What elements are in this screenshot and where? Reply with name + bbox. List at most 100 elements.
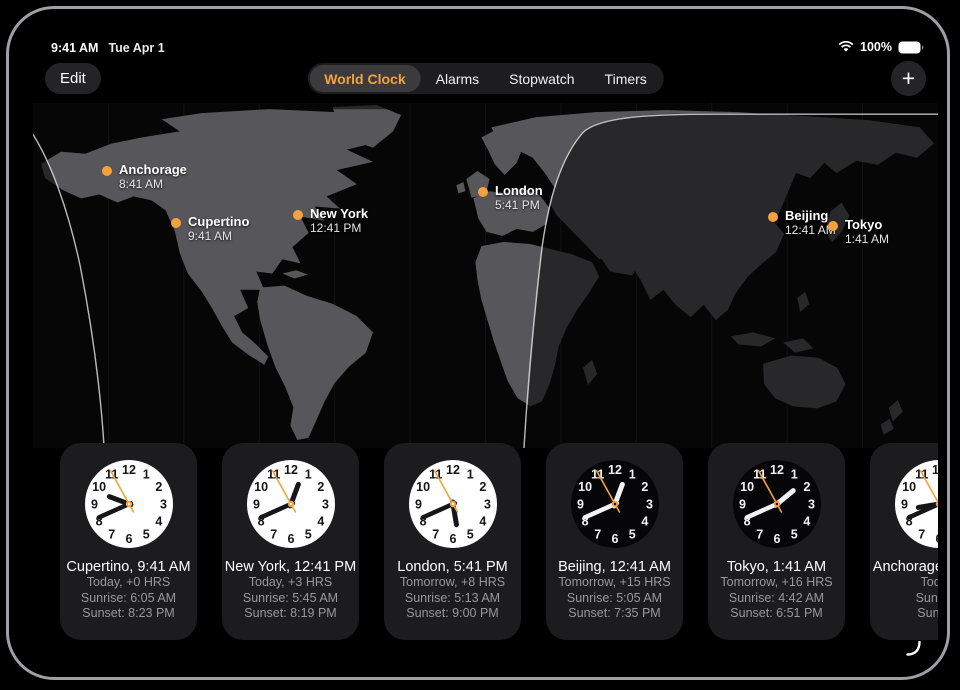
clock-card-title: Beijing, 12:41 AM xyxy=(558,559,671,575)
world-map: Anchorage 8:41 AM Cupertino 9:41 AM New … xyxy=(33,103,938,448)
svg-text:2: 2 xyxy=(479,480,486,494)
svg-text:6: 6 xyxy=(773,532,780,546)
svg-text:7: 7 xyxy=(270,527,277,541)
world-map-svg xyxy=(33,103,938,448)
city-name: Anchorage xyxy=(119,163,187,177)
svg-text:5: 5 xyxy=(142,527,149,541)
city-name: Tokyo xyxy=(845,218,889,232)
clock-card-day-offset: Today, xyxy=(921,575,938,591)
clock-card-sunset: Sunset: 8:23 PM xyxy=(82,606,174,622)
tab-timers[interactable]: Timers xyxy=(590,65,662,92)
city-clock-card-beijing[interactable]: 123456789101112 Beijing, 12:41 AM Tomorr… xyxy=(546,443,683,640)
city-clock-card-london[interactable]: 123456789101112 London, 5:41 PM Tomorrow… xyxy=(384,443,521,640)
svg-text:4: 4 xyxy=(641,515,648,529)
svg-text:1: 1 xyxy=(142,468,149,482)
tab-stopwatch[interactable]: Stopwatch xyxy=(494,65,589,92)
svg-text:4: 4 xyxy=(479,515,486,529)
clock-card-title: London, 5:41 PM xyxy=(397,559,507,575)
svg-text:10: 10 xyxy=(578,480,592,494)
clock-card-day-offset: Tomorrow, +8 HRS xyxy=(400,575,505,591)
clock-card-sunrise: Sunrise: 5:13 AM xyxy=(405,591,500,607)
svg-text:4: 4 xyxy=(803,515,810,529)
city-time: 5:41 PM xyxy=(495,198,543,212)
svg-text:12: 12 xyxy=(932,463,938,477)
svg-text:6: 6 xyxy=(611,532,618,546)
map-city-marker: Cupertino 9:41 AM xyxy=(171,217,249,243)
map-city-marker: London 5:41 PM xyxy=(478,186,543,212)
clock-card-sunrise: Sunrise: 5:45 AM xyxy=(243,591,338,607)
status-time: 9:41 AM xyxy=(51,41,98,55)
map-city-marker: Tokyo 1:41 AM xyxy=(828,220,889,246)
svg-text:5: 5 xyxy=(304,527,311,541)
svg-text:9: 9 xyxy=(577,497,584,511)
svg-text:6: 6 xyxy=(287,532,294,546)
svg-text:12: 12 xyxy=(122,463,136,477)
svg-text:6: 6 xyxy=(449,532,456,546)
clock-card-sunset: Sunset: xyxy=(917,606,938,622)
clock-card-day-offset: Tomorrow, +16 HRS xyxy=(720,575,832,591)
city-name: London xyxy=(495,184,543,198)
city-clock-card-tokyo[interactable]: 123456789101112 Tokyo, 1:41 AM Tomorrow,… xyxy=(708,443,845,640)
svg-text:4: 4 xyxy=(317,515,324,529)
svg-text:12: 12 xyxy=(608,463,622,477)
svg-text:9: 9 xyxy=(739,497,746,511)
tab-bar: World ClockAlarmsStopwatchTimers xyxy=(307,63,664,94)
svg-text:6: 6 xyxy=(935,532,938,546)
svg-text:3: 3 xyxy=(808,497,815,511)
tab-world-clock[interactable]: World Clock xyxy=(309,65,420,92)
map-city-marker: Beijing 12:41 AM xyxy=(768,211,836,237)
wifi-icon xyxy=(838,41,854,53)
clock-app-screen: 9:41 AM Tue Apr 1 100% Edit World ClockA… xyxy=(33,29,938,669)
analog-clock: 123456789101112 xyxy=(571,460,659,548)
clock-card-day-offset: Today, +3 HRS xyxy=(249,575,333,591)
clock-card-sunset: Sunset: 6:51 PM xyxy=(730,606,822,622)
clock-card-title: Anchorage, 8:41 AM xyxy=(873,559,938,575)
svg-text:10: 10 xyxy=(740,480,754,494)
svg-text:12: 12 xyxy=(284,463,298,477)
analog-clock: 123456789101112 xyxy=(733,460,821,548)
clock-card-title: Cupertino, 9:41 AM xyxy=(66,559,190,575)
svg-text:1: 1 xyxy=(790,468,797,482)
svg-text:9: 9 xyxy=(415,497,422,511)
city-dot-icon xyxy=(171,218,181,228)
clock-card-sunset: Sunset: 9:00 PM xyxy=(406,606,498,622)
city-dot-icon xyxy=(478,187,488,197)
svg-text:7: 7 xyxy=(108,527,115,541)
clock-card-sunset: Sunset: 7:35 PM xyxy=(568,606,660,622)
city-time: 1:41 AM xyxy=(845,232,889,246)
svg-text:2: 2 xyxy=(803,480,810,494)
city-time: 8:41 AM xyxy=(119,177,187,191)
add-clock-button[interactable]: + xyxy=(891,61,926,96)
city-dot-icon xyxy=(828,221,838,231)
tab-alarms[interactable]: Alarms xyxy=(421,65,495,92)
status-bar: 9:41 AM Tue Apr 1 100% xyxy=(33,39,938,57)
map-city-marker: Anchorage 8:41 AM xyxy=(102,165,187,191)
battery-full-icon xyxy=(898,41,924,54)
status-date: Tue Apr 1 xyxy=(108,41,164,55)
analog-clock: 123456789101112 xyxy=(895,460,939,548)
corner-squiggle-decoration xyxy=(905,641,925,659)
svg-text:4: 4 xyxy=(155,515,162,529)
edit-button[interactable]: Edit xyxy=(45,63,101,94)
clock-card-title: Tokyo, 1:41 AM xyxy=(727,559,826,575)
ipad-frame: 9:41 AM Tue Apr 1 100% Edit World ClockA… xyxy=(6,6,950,680)
clock-card-sunset: Sunset: 8:19 PM xyxy=(244,606,336,622)
clock-card-sunrise: Sunrise: 5:05 AM xyxy=(567,591,662,607)
svg-text:10: 10 xyxy=(902,480,916,494)
svg-text:12: 12 xyxy=(770,463,784,477)
svg-text:7: 7 xyxy=(756,527,763,541)
svg-text:3: 3 xyxy=(160,497,167,511)
svg-text:10: 10 xyxy=(254,480,268,494)
clock-card-day-offset: Today, +0 HRS xyxy=(87,575,171,591)
toolbar: Edit World ClockAlarmsStopwatchTimers + xyxy=(33,61,938,97)
clock-card-sunrise: Sunrise: 6:05 AM xyxy=(81,591,176,607)
clock-card-sunrise: Sunrise: xyxy=(916,591,938,607)
analog-clock: 123456789101112 xyxy=(409,460,497,548)
city-clock-card-anchorage[interactable]: 123456789101112 Anchorage, 8:41 AM Today… xyxy=(870,443,938,640)
city-clock-card-new-york[interactable]: 123456789101112 New York, 12:41 PM Today… xyxy=(222,443,359,640)
city-dot-icon xyxy=(102,166,112,176)
svg-text:3: 3 xyxy=(322,497,329,511)
city-clock-card-cupertino[interactable]: 123456789101112 Cupertino, 9:41 AM Today… xyxy=(60,443,197,640)
svg-text:9: 9 xyxy=(901,497,908,511)
clock-card-day-offset: Tomorrow, +15 HRS xyxy=(558,575,670,591)
